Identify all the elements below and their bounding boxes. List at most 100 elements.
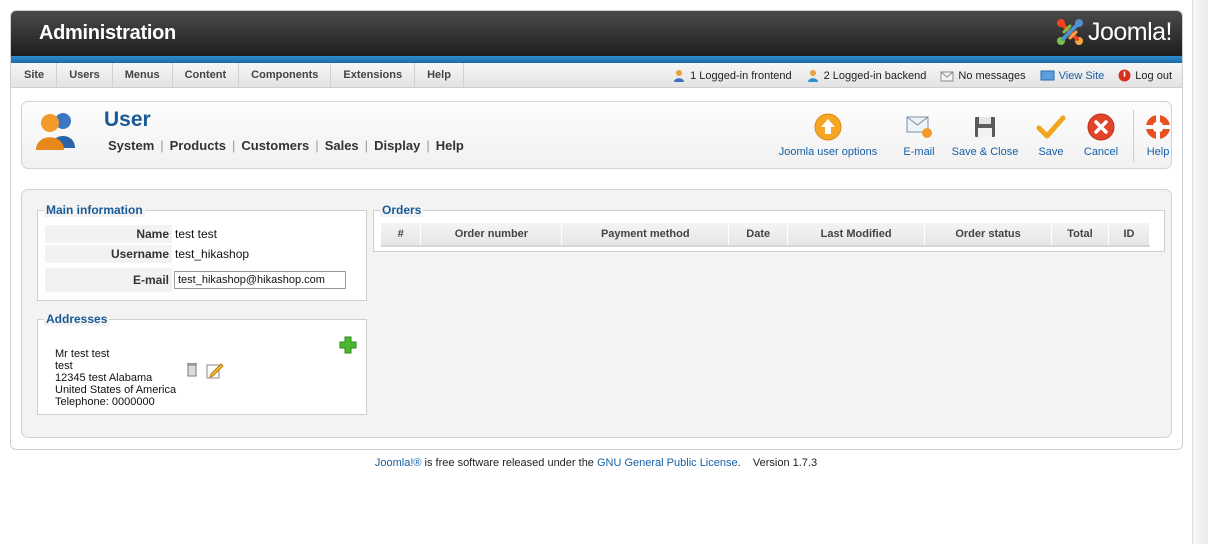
address-line: 12345 test Alabama — [55, 372, 153, 384]
submenu-products[interactable]: Products — [170, 138, 226, 153]
trash-icon[interactable] — [186, 362, 198, 380]
submenu-display[interactable]: Display — [374, 138, 420, 153]
joomla-footer-link[interactable]: Joomla!® — [375, 457, 422, 469]
power-icon — [1118, 69, 1131, 82]
menu-users[interactable]: Users — [57, 62, 113, 88]
address-line: test — [55, 360, 73, 372]
app-title: Administration — [39, 22, 176, 44]
footer: Joomla!® is free software released under… — [0, 457, 1192, 469]
page-title: User — [104, 108, 151, 131]
checkmark-icon — [1036, 112, 1066, 142]
header-bar: Administration Joomla! — [11, 11, 1182, 56]
orders-panel: Orders # Order number Payment method Dat… — [373, 203, 1165, 252]
submenu-separator: | — [315, 138, 319, 153]
frontend-users-icon — [672, 69, 686, 83]
username-row: Username test_hikashop — [45, 244, 359, 264]
submenu-sales[interactable]: Sales — [325, 138, 359, 153]
frontend-users-status[interactable]: 1 Logged-in frontend — [672, 69, 792, 83]
view-site-text: View Site — [1058, 69, 1105, 82]
save-button[interactable]: Save — [1032, 112, 1070, 158]
logo-text: Joomla! — [1087, 17, 1173, 46]
address-block: Mr test test test 12345 test Alabama Uni… — [55, 348, 176, 408]
user-options-button[interactable]: Joomla user options — [778, 112, 878, 158]
addresses-legend: Addresses — [44, 312, 110, 326]
status-area: 1 Logged-in frontend 2 Logged-in backend… — [672, 63, 1172, 88]
email-row: E-mail — [45, 268, 359, 292]
upload-arrow-icon — [813, 112, 843, 142]
menu-bar: Site Users Menus Content Components Exte… — [11, 62, 1182, 88]
logout-text: Log out — [1135, 69, 1172, 82]
submenu-separator: | — [426, 138, 430, 153]
footer-text: is free software released under the — [421, 457, 597, 469]
cancel-x-icon — [1086, 112, 1116, 142]
cancel-label: Cancel — [1083, 146, 1119, 158]
frontend-users-text: 1 Logged-in frontend — [690, 69, 792, 82]
menu-help[interactable]: Help — [415, 62, 464, 88]
main-information-legend: Main information — [44, 203, 145, 217]
messages-text: No messages — [958, 69, 1026, 82]
lifebuoy-icon — [1143, 112, 1173, 142]
menu-menus[interactable]: Menus — [113, 62, 173, 88]
orders-header-row: # Order number Payment method Date Last … — [381, 223, 1151, 247]
column-header[interactable]: Last Modified — [787, 223, 926, 247]
submenu-separator: | — [160, 138, 164, 153]
help-button[interactable]: Help — [1140, 112, 1176, 158]
save-close-label: Save & Close — [951, 146, 1019, 158]
add-address-icon[interactable] — [339, 336, 357, 357]
menu-site[interactable]: Site — [11, 62, 58, 88]
message-icon — [940, 70, 954, 82]
column-header[interactable]: # — [381, 223, 422, 247]
help-label: Help — [1146, 146, 1170, 158]
toolbar-box: User System | Products | Customers | Sal… — [21, 101, 1172, 169]
addresses-panel: Addresses Mr test test test 12345 test A… — [37, 312, 367, 415]
cancel-button[interactable]: Cancel — [1078, 112, 1124, 158]
column-header[interactable]: Total — [1051, 223, 1109, 247]
email-label: E-mail — [45, 268, 172, 292]
admin-window: Administration Joomla! Site Users Menus — [10, 10, 1183, 450]
monitor-icon — [1040, 70, 1055, 82]
submenu-separator: | — [364, 138, 369, 153]
vertical-scrollbar[interactable] — [1192, 0, 1208, 544]
menu-components[interactable]: Components — [239, 62, 332, 88]
backend-users-status[interactable]: 2 Logged-in backend — [806, 69, 926, 83]
floppy-disk-icon — [970, 112, 1000, 142]
column-header[interactable]: ID — [1108, 223, 1151, 247]
address-line: Mr test test — [55, 348, 110, 360]
orders-legend: Orders — [380, 203, 424, 217]
submenu: System | Products | Customers | Sales | … — [108, 138, 464, 153]
footer-version: . Version 1.7.3 — [737, 457, 818, 469]
main-information-panel: Main information Name test test Username… — [37, 203, 367, 301]
view-site-link[interactable]: View Site — [1040, 69, 1105, 82]
column-header[interactable]: Order number — [420, 223, 563, 247]
menu-extensions[interactable]: Extensions — [331, 62, 416, 88]
messages-status[interactable]: No messages — [940, 69, 1026, 82]
submenu-help[interactable]: Help — [436, 138, 464, 153]
backend-users-icon — [806, 69, 820, 83]
name-value: test test — [175, 227, 218, 241]
save-close-button[interactable]: Save & Close — [950, 112, 1020, 158]
username-label: Username — [45, 245, 172, 263]
gpl-license-link[interactable]: GNU General Public License — [597, 457, 738, 469]
submenu-system[interactable]: System — [108, 138, 154, 153]
menu-content[interactable]: Content — [173, 62, 240, 88]
content-box: Main information Name test test Username… — [21, 189, 1172, 438]
save-label: Save — [1038, 146, 1064, 158]
name-label: Name — [45, 225, 172, 243]
email-icon — [904, 112, 934, 142]
email-label: E-mail — [903, 146, 935, 158]
joomla-logo-icon — [1055, 17, 1085, 47]
column-header[interactable]: Order status — [924, 223, 1052, 247]
edit-icon[interactable] — [206, 362, 224, 382]
user-options-label: Joomla user options — [778, 146, 878, 158]
submenu-customers[interactable]: Customers — [241, 138, 309, 153]
column-header[interactable]: Date — [728, 223, 789, 247]
address-line: United States of America — [55, 384, 177, 396]
submenu-separator: | — [231, 138, 236, 153]
email-input[interactable] — [174, 271, 346, 289]
username-value: test_hikashop — [175, 247, 250, 261]
user-icon — [33, 108, 79, 157]
email-button[interactable]: E-mail — [892, 112, 946, 158]
logout-link[interactable]: Log out — [1118, 69, 1172, 82]
column-header[interactable]: Payment method — [561, 223, 730, 247]
joomla-logo[interactable]: Joomla! — [1055, 17, 1173, 47]
